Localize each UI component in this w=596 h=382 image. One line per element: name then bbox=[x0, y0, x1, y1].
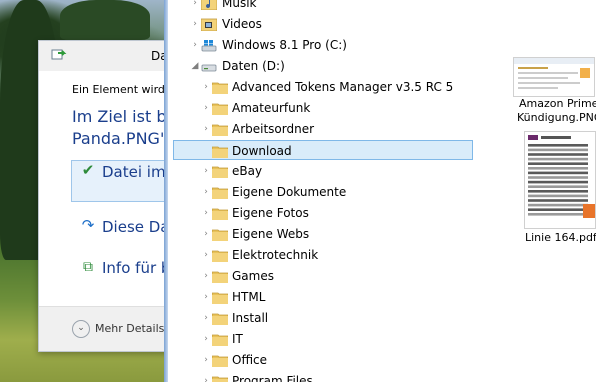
file-name: Linie 164.pdf bbox=[525, 231, 596, 244]
tree-item-label: Musik bbox=[222, 0, 257, 10]
file-name-line-1: Amazon Prime bbox=[519, 97, 596, 110]
folder-icon bbox=[211, 374, 229, 382]
more-details-button[interactable]: ⌄ Mehr Details bbox=[72, 320, 164, 338]
folder-icon bbox=[211, 290, 229, 310]
expand-arrow-icon[interactable]: › bbox=[201, 266, 211, 286]
tree-item-label: Program Files bbox=[232, 374, 313, 382]
expand-arrow-icon[interactable]: › bbox=[201, 350, 211, 370]
tree-item-elektrotechnik[interactable]: › Elektrotechnik bbox=[165, 245, 473, 265]
folder-icon bbox=[211, 80, 229, 100]
pdf-thumbnail-icon bbox=[528, 135, 595, 218]
tree-item-windows-8-1-pro-c[interactable]: › Windows 8.1 Pro (C:) bbox=[165, 35, 473, 55]
expand-arrow-icon[interactable]: › bbox=[201, 98, 211, 118]
folder-icon bbox=[211, 164, 229, 184]
tree-item-label: Eigene Fotos bbox=[232, 206, 309, 220]
tree-item-eigene-fotos[interactable]: › Eigene Fotos bbox=[165, 203, 473, 223]
expand-arrow-icon[interactable]: › bbox=[190, 0, 200, 13]
folder-icon bbox=[211, 332, 229, 352]
tree-item-ebay[interactable]: › eBay bbox=[165, 161, 473, 181]
file-view-pane: Amazon Prime Kündigung.PNG Linie 164.pdf bbox=[491, 0, 596, 382]
more-details-label: Mehr Details bbox=[95, 322, 165, 335]
folder-icon bbox=[211, 269, 229, 289]
dialog-info-text: Ein Element wird bbox=[72, 83, 165, 96]
expand-arrow-icon[interactable]: › bbox=[201, 224, 211, 244]
folder-icon bbox=[211, 311, 229, 331]
screenshot-thumbnail-icon bbox=[514, 58, 594, 89]
tree-item-musik[interactable]: › Musik bbox=[165, 0, 473, 13]
tree-item-label: Eigene Dokumente bbox=[232, 185, 347, 199]
folder-icon bbox=[211, 353, 229, 373]
tree-item-label: Eigene Webs bbox=[232, 227, 310, 241]
tree-item-games[interactable]: › Games bbox=[165, 266, 473, 286]
tree-item-label: eBay bbox=[232, 164, 263, 178]
folder-icon bbox=[211, 206, 229, 226]
expand-arrow-icon[interactable]: › bbox=[201, 245, 211, 265]
copy-icon bbox=[51, 49, 67, 60]
tree-item-label: Office bbox=[232, 353, 268, 367]
expand-arrow-icon[interactable]: › bbox=[190, 14, 200, 34]
tree-item-program-files[interactable]: › Program Files bbox=[165, 371, 473, 382]
file-thumbnail[interactable] bbox=[513, 57, 595, 97]
skip-icon: ↷ bbox=[81, 216, 95, 234]
tree-item-label: Advanced Tokens Manager v3.5 RC 5 bbox=[232, 80, 454, 94]
option-label: Diese Da bbox=[102, 218, 170, 236]
folder-icon bbox=[211, 248, 229, 268]
tree-item-label: Games bbox=[232, 269, 274, 283]
panel-edge bbox=[164, 0, 168, 382]
tree-item-install[interactable]: › Install bbox=[165, 308, 473, 328]
tree-item-daten-d[interactable]: ◢ Daten (D:) bbox=[165, 56, 473, 76]
tree-item-label: Amateurfunk bbox=[232, 101, 311, 115]
tree-item-videos[interactable]: › Videos bbox=[165, 14, 473, 34]
expand-arrow-icon[interactable]: › bbox=[201, 371, 211, 382]
tree-item-label: HTML bbox=[232, 290, 266, 304]
expand-arrow-icon[interactable]: › bbox=[201, 182, 211, 202]
folder-icon bbox=[211, 122, 229, 142]
tree-item-eigene-webs[interactable]: › Eigene Webs bbox=[165, 224, 473, 244]
drive-icon bbox=[201, 59, 217, 79]
option-label: Datei im bbox=[102, 163, 166, 181]
expand-arrow-icon[interactable]: › bbox=[201, 329, 211, 349]
tree-item-label: Install bbox=[232, 311, 269, 325]
expand-arrow-icon[interactable]: › bbox=[201, 161, 211, 181]
windows-drive-icon bbox=[201, 38, 217, 58]
folder-icon bbox=[211, 101, 229, 121]
option-label: Info für b bbox=[102, 259, 171, 277]
wallpaper-tree bbox=[60, 0, 150, 40]
tree-item-office[interactable]: › Office bbox=[165, 350, 473, 370]
folder-tree-panel: › Musik › Videos › Windows 8.1 Pro (C:) ◢ Daten… bbox=[164, 0, 493, 382]
tree-item-amateurfunk[interactable]: › Amateurfunk bbox=[165, 98, 473, 118]
tree-item-label: Daten (D:) bbox=[222, 59, 285, 73]
chevron-down-icon: ⌄ bbox=[72, 320, 90, 338]
compare-icon: ⧉ bbox=[83, 259, 93, 275]
expand-arrow-icon[interactable]: › bbox=[201, 119, 211, 139]
tree-item-it[interactable]: › IT bbox=[165, 329, 473, 349]
collapse-arrow-icon[interactable]: ◢ bbox=[190, 56, 200, 76]
tree-item-label: Download bbox=[232, 144, 292, 158]
tree-item-eigene-dokumente[interactable]: › Eigene Dokumente bbox=[165, 182, 473, 202]
tree-item-label: IT bbox=[232, 332, 243, 346]
check-icon: ✔ bbox=[81, 161, 95, 179]
tree-item-label: Videos bbox=[222, 17, 262, 31]
expand-arrow-icon[interactable]: › bbox=[190, 35, 200, 55]
tree-item-html[interactable]: › HTML bbox=[165, 287, 473, 307]
folder-icon bbox=[211, 185, 229, 205]
file-thumbnail[interactable] bbox=[524, 131, 596, 229]
file-name-line-2: Kündigung.PNG bbox=[517, 111, 596, 124]
tree-item-label: Elektrotechnik bbox=[232, 248, 319, 262]
folder-icon bbox=[211, 227, 229, 247]
expand-arrow-icon[interactable]: › bbox=[201, 287, 211, 307]
tree-item-download[interactable]: Download bbox=[173, 140, 473, 160]
tree-item-arbeitsordner[interactable]: › Arbeitsordner bbox=[165, 119, 473, 139]
expand-arrow-icon[interactable]: › bbox=[201, 203, 211, 223]
expand-arrow-icon[interactable]: › bbox=[201, 77, 211, 97]
tree-item-label: Windows 8.1 Pro (C:) bbox=[222, 38, 347, 52]
tree-item-label: Arbeitsordner bbox=[232, 122, 315, 136]
tree-item-advanced-tokens-manager-v3-5-rc-5[interactable]: › Advanced Tokens Manager v3.5 RC 5 bbox=[165, 77, 473, 97]
videos-folder-icon bbox=[200, 17, 218, 37]
expand-arrow-icon[interactable]: › bbox=[201, 308, 211, 328]
